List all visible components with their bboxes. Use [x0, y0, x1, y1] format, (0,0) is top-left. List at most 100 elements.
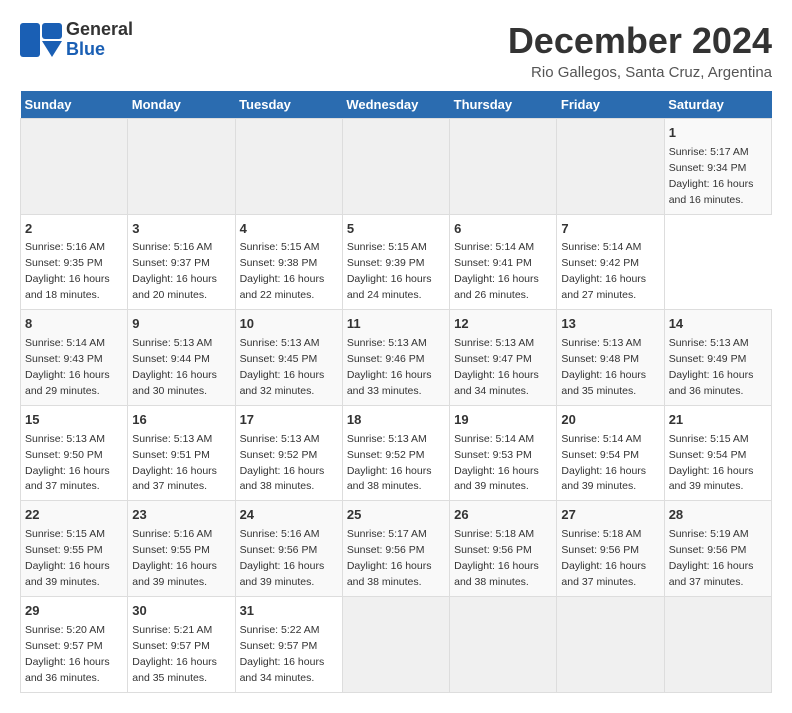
day-cell-11: 11Sunrise: 5:13 AMSunset: 9:46 PMDayligh… [342, 310, 449, 406]
cell-content: Sunrise: 5:14 AMSunset: 9:43 PMDaylight:… [25, 337, 110, 397]
day-cell-8: 8 Sunrise: 5:14 AMSunset: 9:43 PMDaylight… [21, 310, 128, 406]
empty-cell [450, 596, 557, 692]
day-number: 3 [132, 220, 230, 239]
day-number: 19 [454, 411, 552, 430]
day-number: 13 [561, 315, 659, 334]
day-cell-17: 17Sunrise: 5:13 AMSunset: 9:52 PMDayligh… [235, 405, 342, 501]
day-number: 30 [132, 602, 230, 621]
cell-content: Sunrise: 5:13 AMSunset: 9:44 PMDaylight:… [132, 337, 217, 397]
day-number: 5 [347, 220, 445, 239]
day-number: 16 [132, 411, 230, 430]
cell-content: Sunrise: 5:15 AMSunset: 9:54 PMDaylight:… [669, 433, 754, 493]
day-number: 24 [240, 506, 338, 525]
day-cell-10: 10 Sunrise: 5:13 AMSunset: 9:45 PMDayligh… [235, 310, 342, 406]
day-cell-4: 4Sunrise: 5:15 AMSunset: 9:38 PMDaylight… [235, 214, 342, 310]
day-number: 20 [561, 411, 659, 430]
day-cell-7: 7Sunrise: 5:14 AMSunset: 9:42 PMDaylight… [557, 214, 664, 310]
header-cell-monday: Monday [128, 91, 235, 119]
logo-text-blue: Blue [66, 39, 105, 59]
day-number: 28 [669, 506, 767, 525]
cell-content: Sunrise: 5:19 AMSunset: 9:56 PMDaylight:… [669, 528, 754, 588]
empty-cell [235, 119, 342, 215]
cell-content: Sunrise: 5:20 AMSunset: 9:57 PMDaylight:… [25, 624, 110, 684]
header-row: SundayMondayTuesdayWednesdayThursdayFrid… [21, 91, 772, 119]
cell-content: Sunrise: 5:14 AMSunset: 9:41 PMDaylight:… [454, 241, 539, 301]
day-cell-13: 13Sunrise: 5:13 AMSunset: 9:48 PMDayligh… [557, 310, 664, 406]
empty-cell [557, 596, 664, 692]
empty-cell [128, 119, 235, 215]
day-cell-16: 16 Sunrise: 5:13 AMSunset: 9:51 PMDayligh… [128, 405, 235, 501]
day-cell-15: 15Sunrise: 5:13 AMSunset: 9:50 PMDayligh… [21, 405, 128, 501]
logo-text-general: General [66, 19, 133, 39]
day-cell-12: 12Sunrise: 5:13 AMSunset: 9:47 PMDayligh… [450, 310, 557, 406]
cell-content: Sunrise: 5:15 AMSunset: 9:55 PMDaylight:… [25, 528, 110, 588]
calendar-week-6: 29 Sunrise: 5:20 AMSunset: 9:57 PMDayligh… [21, 596, 772, 692]
cell-content: Sunrise: 5:22 AMSunset: 9:57 PMDaylight:… [240, 624, 325, 684]
header-cell-friday: Friday [557, 91, 664, 119]
day-number: 10 [240, 315, 338, 334]
cell-content: Sunrise: 5:18 AMSunset: 9:56 PMDaylight:… [454, 528, 539, 588]
cell-content: Sunrise: 5:13 AMSunset: 9:51 PMDaylight:… [132, 433, 217, 493]
day-number: 31 [240, 602, 338, 621]
day-number: 7 [561, 220, 659, 239]
day-cell-2: 2Sunrise: 5:16 AMSunset: 9:35 PMDaylight… [21, 214, 128, 310]
day-cell-30: 30Sunrise: 5:21 AMSunset: 9:57 PMDayligh… [128, 596, 235, 692]
day-cell-25: 25Sunrise: 5:17 AMSunset: 9:56 PMDayligh… [342, 501, 449, 597]
calendar-week-3: 8 Sunrise: 5:14 AMSunset: 9:43 PMDaylight… [21, 310, 772, 406]
calendar-week-1: 1 Sunrise: 5:17 AMSunset: 9:34 PMDaylight… [21, 119, 772, 215]
cell-content: Sunrise: 5:18 AMSunset: 9:56 PMDaylight:… [561, 528, 646, 588]
day-cell-6: 6Sunrise: 5:14 AMSunset: 9:41 PMDaylight… [450, 214, 557, 310]
day-number: 21 [669, 411, 767, 430]
day-cell-3: 3Sunrise: 5:16 AMSunset: 9:37 PMDaylight… [128, 214, 235, 310]
calendar-week-2: 2Sunrise: 5:16 AMSunset: 9:35 PMDaylight… [21, 214, 772, 310]
cell-content: Sunrise: 5:17 AMSunset: 9:34 PMDaylight:… [669, 146, 754, 206]
day-number: 29 [25, 602, 123, 621]
day-cell-29: 29 Sunrise: 5:20 AMSunset: 9:57 PMDayligh… [21, 596, 128, 692]
day-cell-26: 26 Sunrise: 5:18 AMSunset: 9:56 PMDayligh… [450, 501, 557, 597]
cell-content: Sunrise: 5:13 AMSunset: 9:45 PMDaylight:… [240, 337, 325, 397]
title-block: December 2024 Rio Gallegos, Santa Cruz, … [508, 20, 772, 81]
cell-content: Sunrise: 5:13 AMSunset: 9:49 PMDaylight:… [669, 337, 754, 397]
day-cell-22: 22 Sunrise: 5:15 AMSunset: 9:55 PMDayligh… [21, 501, 128, 597]
header-cell-wednesday: Wednesday [342, 91, 449, 119]
day-number: 22 [25, 506, 123, 525]
empty-cell [21, 119, 128, 215]
calendar-week-4: 15Sunrise: 5:13 AMSunset: 9:50 PMDayligh… [21, 405, 772, 501]
day-cell-27: 27 Sunrise: 5:18 AMSunset: 9:56 PMDayligh… [557, 501, 664, 597]
day-cell-1: 1 Sunrise: 5:17 AMSunset: 9:34 PMDaylight… [664, 119, 771, 215]
cell-content: Sunrise: 5:16 AMSunset: 9:56 PMDaylight:… [240, 528, 325, 588]
day-number: 14 [669, 315, 767, 334]
day-cell-9: 9Sunrise: 5:13 AMSunset: 9:44 PMDaylight… [128, 310, 235, 406]
header-cell-tuesday: Tuesday [235, 91, 342, 119]
day-number: 27 [561, 506, 659, 525]
day-number: 11 [347, 315, 445, 334]
header-cell-saturday: Saturday [664, 91, 771, 119]
cell-content: Sunrise: 5:16 AMSunset: 9:55 PMDaylight:… [132, 528, 217, 588]
day-cell-20: 20Sunrise: 5:14 AMSunset: 9:54 PMDayligh… [557, 405, 664, 501]
day-cell-5: 5 Sunrise: 5:15 AMSunset: 9:39 PMDaylight… [342, 214, 449, 310]
logo-icon [20, 23, 62, 57]
calendar-week-5: 22 Sunrise: 5:15 AMSunset: 9:55 PMDayligh… [21, 501, 772, 597]
header-cell-sunday: Sunday [21, 91, 128, 119]
day-cell-23: 23 Sunrise: 5:16 AMSunset: 9:55 PMDayligh… [128, 501, 235, 597]
cell-content: Sunrise: 5:15 AMSunset: 9:39 PMDaylight:… [347, 241, 432, 301]
day-cell-18: 18Sunrise: 5:13 AMSunset: 9:52 PMDayligh… [342, 405, 449, 501]
day-number: 18 [347, 411, 445, 430]
cell-content: Sunrise: 5:14 AMSunset: 9:53 PMDaylight:… [454, 433, 539, 493]
month-title: December 2024 [508, 20, 772, 62]
cell-content: Sunrise: 5:15 AMSunset: 9:38 PMDaylight:… [240, 241, 325, 301]
day-cell-24: 24 Sunrise: 5:16 AMSunset: 9:56 PMDayligh… [235, 501, 342, 597]
day-number: 1 [669, 124, 767, 143]
day-number: 23 [132, 506, 230, 525]
day-number: 2 [25, 220, 123, 239]
cell-content: Sunrise: 5:13 AMSunset: 9:50 PMDaylight:… [25, 433, 110, 493]
page-header: General Blue December 2024 Rio Gallegos,… [20, 20, 772, 81]
day-cell-14: 14 Sunrise: 5:13 AMSunset: 9:49 PMDayligh… [664, 310, 771, 406]
day-number: 26 [454, 506, 552, 525]
location-title: Rio Gallegos, Santa Cruz, Argentina [508, 64, 772, 81]
header-cell-thursday: Thursday [450, 91, 557, 119]
day-number: 8 [25, 315, 123, 334]
logo: General Blue [20, 20, 133, 60]
cell-content: Sunrise: 5:13 AMSunset: 9:47 PMDaylight:… [454, 337, 539, 397]
day-number: 17 [240, 411, 338, 430]
